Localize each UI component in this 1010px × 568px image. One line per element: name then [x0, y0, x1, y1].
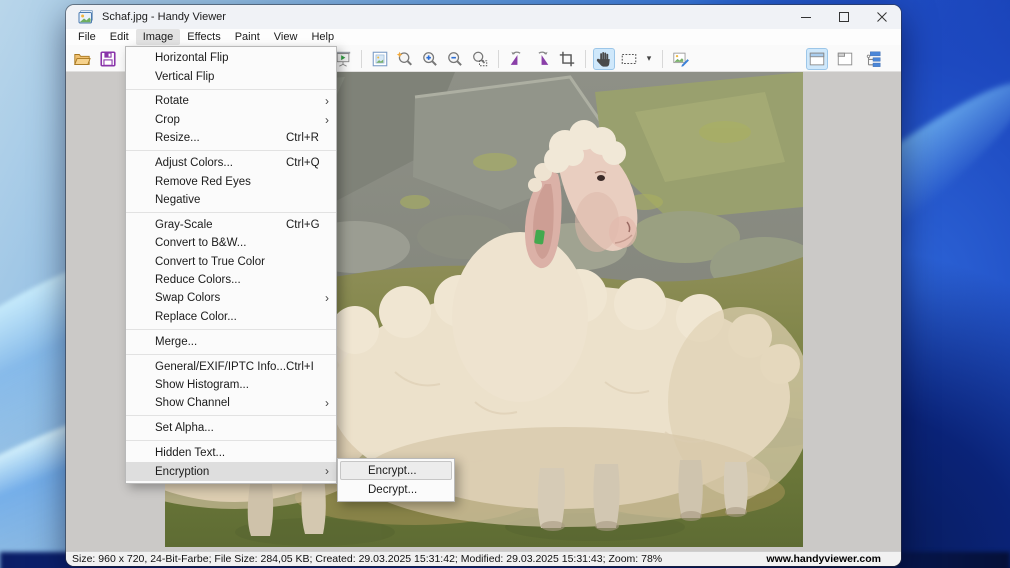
menu-item-horizontal-flip[interactable]: Horizontal Flip: [126, 49, 336, 67]
menu-item-hidden-text[interactable]: Hidden Text...: [126, 444, 336, 462]
status-website-link[interactable]: www.handyviewer.com: [766, 553, 881, 565]
fit-to-window-icon: [372, 51, 388, 66]
window-full-button[interactable]: [806, 47, 828, 70]
menu-item-negative[interactable]: Negative: [126, 191, 336, 209]
menu-separator: [126, 353, 336, 355]
menu-item-merge[interactable]: Merge...: [126, 332, 336, 350]
tree-view-button[interactable]: [862, 48, 884, 70]
menu-image[interactable]: Image: [135, 29, 181, 45]
edit-image-button[interactable]: [670, 48, 692, 70]
open-button[interactable]: [71, 48, 93, 70]
menu-item-show-channel[interactable]: Show Channel ›: [126, 394, 336, 412]
menu-item-replace-color[interactable]: Replace Color...: [126, 308, 336, 326]
save-button[interactable]: [97, 48, 119, 70]
zoom-selection-icon: [473, 51, 488, 66]
zoom-original-button[interactable]: [394, 48, 416, 70]
toolbar-separator: [361, 49, 362, 68]
menu-separator: [126, 328, 336, 330]
menu-help[interactable]: Help: [304, 29, 341, 45]
zoom-in-icon: [423, 51, 437, 66]
menu-separator: [126, 440, 336, 442]
menu-separator: [126, 88, 336, 90]
edit-image-icon: [673, 52, 689, 67]
hand-pan-icon: [596, 51, 610, 67]
maximize-icon: [839, 12, 849, 22]
zoom-in-button[interactable]: [419, 48, 441, 70]
submenu-arrow-icon: ›: [325, 112, 329, 127]
menu-item-adjust-colors[interactable]: Adjust Colors... Ctrl+Q: [126, 154, 336, 172]
open-folder-icon: [74, 53, 91, 65]
desktop: Schaf.jpg - Handy Viewer File Edit Image…: [0, 0, 1010, 568]
rotate-left-icon: [510, 51, 521, 65]
zoom-out-button[interactable]: [444, 48, 466, 70]
window-compact-icon: [837, 52, 853, 65]
submenu-arrow-icon: ›: [325, 464, 329, 479]
app-window: Schaf.jpg - Handy Viewer File Edit Image…: [66, 5, 901, 566]
minimize-icon: [801, 17, 811, 18]
zoom-out-icon: [448, 51, 462, 66]
window-full-icon: [809, 52, 825, 65]
menu-item-swap-colors[interactable]: Swap Colors ›: [126, 289, 336, 307]
menu-item-encryption[interactable]: Encryption ›: [126, 462, 336, 481]
window-title: Schaf.jpg - Handy Viewer: [102, 11, 226, 23]
menu-item-resize[interactable]: Resize... Ctrl+R: [126, 129, 336, 147]
titlebar[interactable]: Schaf.jpg - Handy Viewer: [66, 5, 901, 29]
statusbar: Size: 960 x 720, 24-Bit-Farbe; File Size…: [66, 551, 901, 566]
window-compact-button[interactable]: [834, 48, 856, 70]
submenu-item-encrypt[interactable]: Encrypt...: [340, 461, 452, 480]
menu-edit[interactable]: Edit: [103, 29, 136, 45]
close-icon: [877, 12, 887, 22]
rotate-right-icon: [538, 51, 549, 65]
menu-item-reduce-colors[interactable]: Reduce Colors...: [126, 271, 336, 289]
submenu-arrow-icon: ›: [325, 291, 329, 306]
menu-item-exif-info[interactable]: General/EXIF/IPTC Info... Ctrl+I: [126, 357, 336, 375]
submenu-item-decrypt[interactable]: Decrypt...: [340, 480, 452, 499]
menu-effects[interactable]: Effects: [180, 29, 227, 45]
submenu-arrow-icon: ›: [325, 396, 329, 411]
menu-item-crop[interactable]: Crop ›: [126, 111, 336, 129]
crop-icon: [559, 51, 575, 66]
menu-separator: [126, 150, 336, 152]
menu-file[interactable]: File: [71, 29, 103, 45]
close-button[interactable]: [863, 5, 901, 29]
menu-item-set-alpha[interactable]: Set Alpha...: [126, 419, 336, 437]
selection-rect-icon: [621, 53, 637, 64]
fit-to-window-button[interactable]: [369, 48, 391, 70]
menu-item-vertical-flip[interactable]: Vertical Flip: [126, 67, 336, 85]
tree-view-icon: [866, 51, 881, 67]
toolbar-separator: [662, 49, 663, 68]
menu-item-show-histogram[interactable]: Show Histogram...: [126, 376, 336, 394]
selection-tool-button[interactable]: [618, 48, 640, 70]
menu-item-remove-red-eyes[interactable]: Remove Red Eyes: [126, 172, 336, 190]
menu-item-rotate[interactable]: Rotate ›: [126, 92, 336, 110]
zoom-selection-button[interactable]: [469, 48, 491, 70]
menu-view[interactable]: View: [267, 29, 305, 45]
menu-item-convert-bw[interactable]: Convert to B&W...: [126, 234, 336, 252]
menu-separator: [126, 415, 336, 417]
selection-dropdown-caret-icon[interactable]: ▾: [643, 53, 655, 64]
submenu-arrow-icon: ›: [325, 94, 329, 109]
save-floppy-icon: [100, 50, 116, 67]
status-info: Size: 960 x 720, 24-Bit-Farbe; File Size…: [72, 553, 663, 565]
encryption-submenu: Encrypt... Decrypt...: [337, 458, 455, 502]
menu-item-gray-scale[interactable]: Gray-Scale Ctrl+G: [126, 216, 336, 234]
menu-item-convert-true-color[interactable]: Convert to True Color: [126, 252, 336, 270]
pan-tool-button[interactable]: [593, 47, 615, 70]
menubar: File Edit Image Effects Paint View Help: [66, 29, 901, 45]
rotate-right-button[interactable]: [531, 48, 553, 70]
minimize-button[interactable]: [787, 5, 825, 29]
image-menu-dropdown: Horizontal Flip Vertical Flip Rotate › Cr…: [125, 46, 337, 484]
zoom-original-icon: [396, 51, 413, 66]
maximize-button[interactable]: [825, 5, 863, 29]
window-controls: [787, 5, 901, 29]
app-photos-icon: [78, 10, 93, 24]
rotate-left-button[interactable]: [506, 48, 528, 70]
toolbar-separator: [585, 49, 586, 68]
menu-separator: [126, 211, 336, 213]
crop-button[interactable]: [556, 48, 578, 70]
toolbar-separator: [498, 49, 499, 68]
menu-paint[interactable]: Paint: [228, 29, 267, 45]
